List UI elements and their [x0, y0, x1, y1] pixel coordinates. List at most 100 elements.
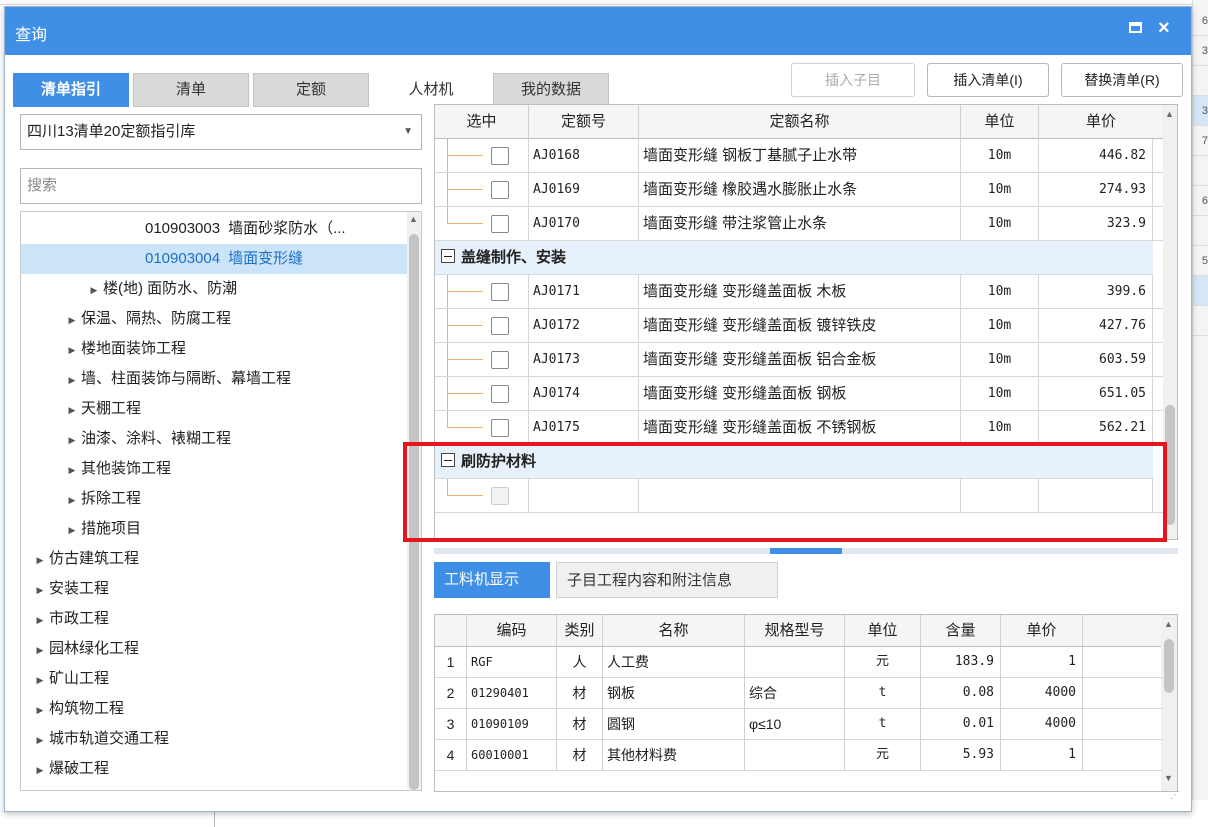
resize-grip-icon[interactable]: ⋰ [1170, 790, 1180, 801]
material-name: 钢板 [603, 678, 745, 708]
tree-item[interactable]: ▶ 楼地面装饰工程 [21, 334, 407, 364]
tree-item[interactable]: 010903003 墙面砂浆防水（... [21, 214, 407, 244]
row-index: 4 [435, 740, 467, 770]
chevron-right-icon[interactable]: ▶ [63, 455, 81, 484]
select-checkbox[interactable] [491, 351, 509, 369]
tree-item[interactable]: ▶ 油漆、涂料、裱糊工程 [21, 424, 407, 454]
tree-item[interactable]: ▶ 安装工程 [21, 574, 407, 604]
header-spec[interactable]: 规格型号 [745, 615, 845, 647]
chevron-right-icon[interactable]: ▶ [31, 575, 49, 604]
tree-item[interactable]: ▶ 其他装饰工程 [21, 454, 407, 484]
select-checkbox[interactable] [491, 215, 509, 233]
chevron-right-icon[interactable]: ▶ [85, 275, 103, 304]
tree-item[interactable]: ▶ 城市轨道交通工程 [21, 724, 407, 754]
material-row[interactable]: 3 01090109 材圆钢 φ≤10 t 0.01 4000 [435, 709, 1163, 740]
chevron-right-icon[interactable]: ▶ [63, 335, 81, 364]
tab-material-display[interactable]: 工料机显示 [434, 562, 550, 598]
maximize-icon[interactable] [1129, 22, 1142, 33]
header-selected[interactable]: 选中 [435, 105, 529, 139]
tree-item[interactable]: ▶ 构筑物工程 [21, 694, 407, 724]
select-checkbox[interactable] [491, 419, 509, 437]
scroll-up-icon[interactable]: ▲ [1165, 109, 1174, 119]
header-quota-name[interactable]: 定额名称 [639, 105, 961, 139]
chevron-right-icon[interactable]: ▶ [63, 485, 81, 514]
material-unit: 元 [845, 740, 921, 770]
tab-quota[interactable]: 定额 [253, 73, 369, 107]
tree-item[interactable]: ▶ 拆除工程 [21, 484, 407, 514]
quota-row[interactable]: AJ0174 墙面变形缝 变形缝盖面板 钢板 10m 651.05 [435, 377, 1163, 411]
collapse-icon[interactable] [441, 249, 455, 263]
scroll-down-icon[interactable]: ▼ [1164, 773, 1173, 783]
material-grid-scrollbar[interactable]: ▲ ▼ [1161, 615, 1177, 791]
quota-row[interactable]: AJ0175 墙面变形缝 变形缝盖面板 不锈钢板 10m 562.21 [435, 411, 1163, 445]
header-code[interactable]: 编码 [467, 615, 557, 647]
tree-item[interactable]: ▶ 园林绿化工程 [21, 634, 407, 664]
chevron-right-icon[interactable]: ▶ [63, 425, 81, 454]
header-quota-code[interactable]: 定额号 [529, 105, 639, 139]
tree-item[interactable]: ▶ 楼(地) 面防水、防潮 [21, 274, 407, 304]
material-scroll-thumb[interactable] [1164, 639, 1174, 693]
material-row[interactable]: 1 RGF 人人工费元 183.9 1 [435, 647, 1163, 678]
chevron-right-icon[interactable]: ▶ [31, 695, 49, 724]
splitter-grip[interactable] [770, 548, 842, 554]
chevron-right-icon[interactable]: ▶ [63, 365, 81, 394]
insert-child-button[interactable]: 插入子目 [791, 63, 915, 97]
header-name[interactable]: 名称 [603, 615, 745, 647]
header-price[interactable]: 单价 [1001, 615, 1083, 647]
select-checkbox[interactable] [491, 181, 509, 199]
search-input[interactable]: 搜索 [20, 168, 422, 204]
tree-connector [447, 393, 483, 394]
tree-item[interactable]: ▶ 墙、柱面装饰与隔断、幕墙工程 [21, 364, 407, 394]
select-checkbox[interactable] [491, 317, 509, 335]
quota-code: AJ0175 [529, 411, 639, 444]
tree-item[interactable]: ▶ 措施项目 [21, 514, 407, 544]
tree-item[interactable]: ▶ 仿古建筑工程 [21, 544, 407, 574]
header-unit[interactable]: 单位 [845, 615, 921, 647]
chevron-right-icon[interactable]: ▶ [31, 755, 49, 784]
tree-item[interactable]: 010903004 墙面变形缝 [21, 244, 407, 274]
chevron-right-icon[interactable]: ▶ [31, 635, 49, 664]
quota-row[interactable]: AJ0168 墙面变形缝 钢板丁基腻子止水带 10m 446.82 [435, 139, 1163, 173]
close-icon[interactable]: × [1158, 16, 1170, 40]
chevron-right-icon[interactable]: ▶ [63, 395, 81, 424]
tab-list-guide[interactable]: 清单指引 [13, 73, 129, 107]
chevron-right-icon[interactable]: ▶ [31, 665, 49, 694]
chevron-down-icon[interactable]: ▼ [403, 115, 413, 149]
header-type[interactable]: 类别 [557, 615, 603, 647]
tree-item[interactable]: ▶ 天棚工程 [21, 394, 407, 424]
title-bar[interactable]: 查询 × [5, 7, 1191, 55]
scroll-up-icon[interactable]: ▲ [1164, 619, 1173, 629]
tree-item[interactable]: ▶ 保温、隔热、防腐工程 [21, 304, 407, 334]
pane-splitter[interactable] [434, 548, 1178, 554]
quota-row[interactable]: AJ0173 墙面变形缝 变形缝盖面板 铝合金板 10m 603.59 [435, 343, 1163, 377]
chevron-right-icon[interactable]: ▶ [63, 515, 81, 544]
quota-row[interactable]: AJ0169 墙面变形缝 橡胶遇水膨胀止水条 10m 274.93 [435, 173, 1163, 207]
tab-my-data[interactable]: 我的数据 [493, 73, 609, 107]
tab-work-content-notes[interactable]: 子目工程内容和附注信息 [556, 562, 778, 598]
tab-list[interactable]: 清单 [133, 73, 249, 107]
header-unit[interactable]: 单位 [961, 105, 1039, 139]
quota-row[interactable]: AJ0172 墙面变形缝 变形缝盖面板 镀锌铁皮 10m 427.76 [435, 309, 1163, 343]
chevron-right-icon[interactable]: ▶ [31, 545, 49, 574]
quota-row[interactable]: AJ0170 墙面变形缝 带注浆管止水条 10m 323.9 [435, 207, 1163, 241]
tree-item[interactable]: ▶ 爆破工程 [21, 754, 407, 784]
chevron-right-icon[interactable]: ▶ [63, 305, 81, 334]
material-row[interactable]: 2 01290401 材钢板 综合 t 0.08 4000 [435, 678, 1163, 709]
tree-item[interactable]: ▶ 矿山工程 [21, 664, 407, 694]
header-price[interactable]: 单价 [1039, 105, 1163, 139]
chevron-right-icon[interactable]: ▶ [31, 725, 49, 754]
quota-group-row[interactable]: 盖缝制作、安装 [435, 241, 1153, 275]
library-select[interactable]: 四川13清单20定额指引库 ▼ [20, 114, 422, 150]
insert-list-button[interactable]: 插入清单(I) [927, 63, 1049, 97]
select-checkbox[interactable] [491, 283, 509, 301]
select-checkbox[interactable] [491, 385, 509, 403]
replace-list-button[interactable]: 替换清单(R) [1061, 63, 1183, 97]
select-checkbox[interactable] [491, 147, 509, 165]
quota-row[interactable]: AJ0171 墙面变形缝 变形缝盖面板 木板 10m 399.6 [435, 275, 1163, 309]
scroll-up-icon[interactable]: ▲ [409, 214, 418, 224]
tab-labor-material-machine[interactable]: 人材机 [373, 73, 489, 107]
tree-item[interactable]: ▶ 市政工程 [21, 604, 407, 634]
chevron-right-icon[interactable]: ▶ [31, 605, 49, 634]
header-quantity[interactable]: 含量 [921, 615, 1001, 647]
material-row[interactable]: 4 60010001 材其他材料费 元 5.93 1 [435, 740, 1163, 771]
